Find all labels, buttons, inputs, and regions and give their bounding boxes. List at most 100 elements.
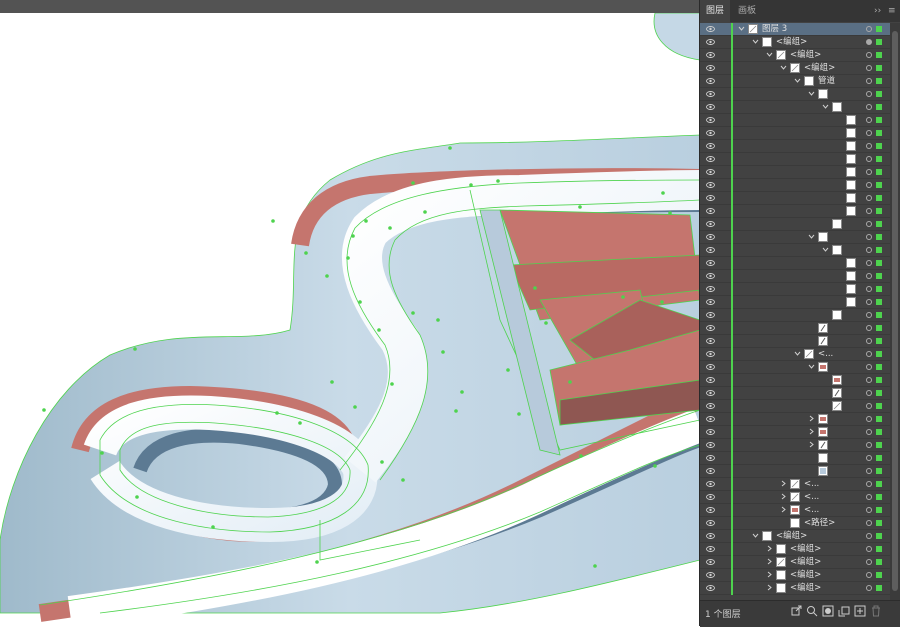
visibility-eye-icon[interactable] [706,481,715,487]
target-circle-icon[interactable] [866,273,872,279]
layer-row[interactable] [700,309,890,322]
layer-row[interactable] [700,205,890,218]
selection-indicator[interactable] [876,338,882,344]
layer-row[interactable] [700,452,890,465]
layer-row[interactable] [700,192,890,205]
layer-row[interactable] [700,166,890,179]
layer-row[interactable]: <编组> [700,530,890,543]
layer-row[interactable] [700,413,890,426]
visibility-eye-icon[interactable] [706,221,715,227]
visibility-eye-icon[interactable] [706,52,715,58]
target-circle-icon[interactable] [866,169,872,175]
layer-row[interactable]: <编组> [700,543,890,556]
chevron-down-icon[interactable] [752,532,759,539]
selection-indicator[interactable] [876,481,882,487]
visibility-eye-icon[interactable] [706,390,715,396]
selection-indicator[interactable] [876,234,882,240]
layer-row[interactable]: <编组> [700,582,890,595]
visibility-eye-icon[interactable] [706,494,715,500]
target-circle-icon[interactable] [866,520,872,526]
visibility-eye-icon[interactable] [706,299,715,305]
chevron-right-icon[interactable] [766,545,773,552]
target-circle-icon[interactable] [866,429,872,435]
selection-indicator[interactable] [876,260,882,266]
selection-indicator[interactable] [876,468,882,474]
target-circle-icon[interactable] [866,403,872,409]
target-circle-icon[interactable] [866,390,872,396]
target-circle-icon[interactable] [866,468,872,474]
chevron-down-icon[interactable] [808,363,815,370]
visibility-eye-icon[interactable] [706,65,715,71]
selection-indicator[interactable] [876,572,882,578]
target-circle-icon[interactable] [866,130,872,136]
selection-indicator[interactable] [876,585,882,591]
visibility-eye-icon[interactable] [706,182,715,188]
selection-indicator[interactable] [876,403,882,409]
target-circle-icon[interactable] [866,182,872,188]
selection-indicator[interactable] [876,247,882,253]
chevron-right-icon[interactable] [780,493,787,500]
layer-row[interactable]: 管道 [700,75,890,88]
target-circle-icon[interactable] [866,312,872,318]
selection-indicator[interactable] [876,91,882,97]
selection-indicator[interactable] [876,156,882,162]
selection-indicator[interactable] [876,195,882,201]
target-circle-icon[interactable] [866,546,872,552]
layer-row[interactable]: <... [700,491,890,504]
layer-row[interactable]: <编组> [700,569,890,582]
panel-menu-icon[interactable]: ≡ [888,0,896,22]
chevron-down-icon[interactable] [780,64,787,71]
target-circle-icon[interactable] [866,91,872,97]
target-circle-icon[interactable] [866,455,872,461]
target-circle-icon[interactable] [866,533,872,539]
layer-row[interactable]: <... [700,348,890,361]
target-circle-icon[interactable] [866,208,872,214]
target-circle-icon[interactable] [866,65,872,71]
selection-indicator[interactable] [876,78,882,84]
selection-indicator[interactable] [876,104,882,110]
expand-panel-icon[interactable]: ›› [874,0,881,22]
chevron-down-icon[interactable] [808,233,815,240]
selection-indicator[interactable] [876,416,882,422]
selection-indicator[interactable] [876,494,882,500]
layer-row[interactable] [700,335,890,348]
chevron-down-icon[interactable] [822,103,829,110]
layer-row[interactable] [700,465,890,478]
selection-indicator[interactable] [876,65,882,71]
visibility-eye-icon[interactable] [706,546,715,552]
target-circle-icon[interactable] [866,221,872,227]
layer-row[interactable] [700,101,890,114]
target-circle-icon[interactable] [866,377,872,383]
selection-indicator[interactable] [876,546,882,552]
target-circle-icon[interactable] [866,247,872,253]
layer-row[interactable]: <编组> [700,49,890,62]
visibility-eye-icon[interactable] [706,156,715,162]
target-circle-icon[interactable] [866,364,872,370]
layer-row[interactable] [700,88,890,101]
visibility-eye-icon[interactable] [706,26,715,32]
chevron-right-icon[interactable] [766,584,773,591]
layer-row[interactable] [700,361,890,374]
chevron-down-icon[interactable] [752,38,759,45]
target-circle-icon[interactable] [866,494,872,500]
chevron-right-icon[interactable] [808,428,815,435]
visibility-eye-icon[interactable] [706,208,715,214]
visibility-eye-icon[interactable] [706,234,715,240]
target-circle-icon[interactable] [866,156,872,162]
selection-indicator[interactable] [876,312,882,318]
selection-indicator[interactable] [876,182,882,188]
chevron-right-icon[interactable] [766,571,773,578]
selection-indicator[interactable] [876,273,882,279]
visibility-eye-icon[interactable] [706,130,715,136]
selection-indicator[interactable] [876,390,882,396]
selection-indicator[interactable] [876,429,882,435]
visibility-eye-icon[interactable] [706,416,715,422]
visibility-eye-icon[interactable] [706,104,715,110]
target-circle-icon[interactable] [866,52,872,58]
layer-row[interactable] [700,374,890,387]
chevron-right-icon[interactable] [808,415,815,422]
target-circle-icon[interactable] [866,39,872,45]
clip-mask-icon[interactable] [822,605,834,617]
layer-row[interactable] [700,218,890,231]
target-circle-icon[interactable] [866,351,872,357]
